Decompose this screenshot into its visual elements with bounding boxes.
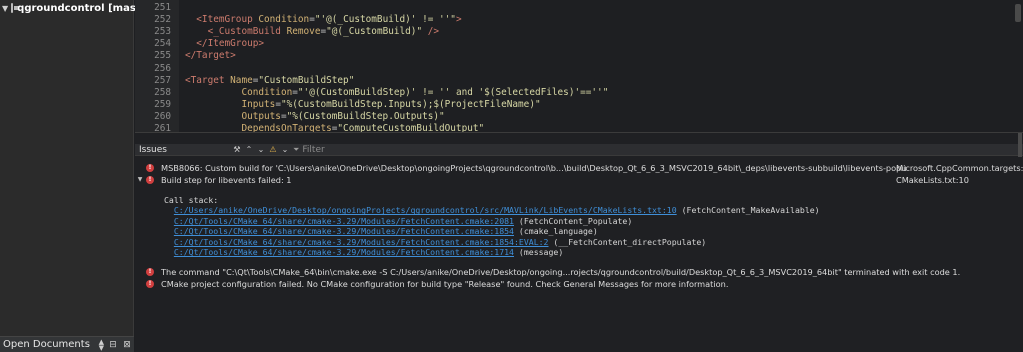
error-icon: ! (145, 267, 155, 276)
code-text: <Target Name="CustomBuildStep" (185, 74, 355, 86)
call-stack-function: (cmake_language) (513, 226, 598, 237)
project-tree-item[interactable]: ▼ qgroundcontrol [master] (0, 0, 157, 16)
line-number: 253 (154, 26, 171, 38)
line-number: 261 (154, 123, 171, 132)
call-stack-frame: C:/Qt/Tools/CMake_64/share/cmake-3.29/Mo… (164, 216, 820, 226)
issue-location[interactable]: CMakeLists.txt:10 (896, 175, 969, 185)
expand-arrow-icon[interactable]: ▼ (135, 176, 145, 183)
code-line[interactable]: 257 <Target Name="CustomBuildStep" (135, 74, 1023, 87)
code-text: DependsOnTargets="ComputeCustomBuildOutp… (185, 123, 485, 132)
code-text: Outputs="%(CustomBuildStep.Outputs)" (185, 110, 445, 122)
issues-scrollbar[interactable] (1018, 133, 1022, 157)
project-icon (11, 3, 19, 13)
filter-placeholder: Filter (302, 144, 325, 155)
call-stack-function: (FetchContent_Populate) (513, 215, 633, 226)
code-text: </ItemGroup> (185, 38, 265, 50)
code-text: Inputs="%(CustomBuildStep.Inputs);$(Proj… (185, 98, 541, 110)
code-line[interactable]: 259 Inputs="%(CustomBuildStep.Inputs);$(… (135, 98, 1023, 111)
open-documents-bar[interactable]: Open Documents ▲ ▼ ⊟ ⊠ (0, 336, 134, 352)
code-line[interactable]: 252 <ItemGroup Condition="'@(_CustomBuil… (135, 13, 1023, 26)
expand-arrow-icon[interactable]: ▼ (2, 3, 8, 13)
call-stack-link[interactable]: C:/Qt/Tools/CMake_64/share/cmake-3.29/Mo… (174, 237, 549, 247)
call-stack-frame: C:/Qt/Tools/CMake_64/share/cmake-3.29/Mo… (164, 226, 820, 236)
code-line[interactable]: 261 DependsOnTargets="ComputeCustomBuild… (135, 122, 1023, 132)
call-stack-frame: C:/Users/anike/OneDrive/Desktop/ongoingP… (164, 205, 820, 215)
call-stack-function: (__FetchContent_directPopulate) (548, 236, 707, 247)
code-text: </Target> (185, 50, 236, 62)
line-number: 252 (154, 14, 171, 26)
issue-message: The command "C:\Qt\Tools\CMake_64\bin\cm… (161, 266, 961, 277)
line-number: 256 (154, 62, 171, 74)
next-icon[interactable]: ⌄ (255, 145, 267, 155)
line-number: 260 (154, 110, 171, 122)
open-documents-label: Open Documents (3, 339, 90, 350)
issue-location[interactable]: Microsoft.CppCommon.targets:2414 (896, 163, 1023, 173)
call-stack-heading: Call stack: (164, 195, 219, 205)
line-number: 251 (154, 2, 171, 13)
error-icon: ! (145, 279, 155, 288)
filter-icon: ⏷ (293, 144, 300, 154)
line-number: 254 (154, 38, 171, 50)
menu-icon[interactable]: ⌄ (279, 145, 291, 155)
error-icon: ! (145, 163, 155, 172)
issues-toolbar: Issues ⚒ ⌃ ⌄ ⚠ ⌄ ⏷ Filter (135, 144, 1023, 156)
call-stack-link[interactable]: C:/Qt/Tools/CMake_64/share/cmake-3.29/Mo… (174, 247, 514, 257)
code-line[interactable]: 255 </Target> (135, 49, 1023, 62)
call-stack-frame: C:/Qt/Tools/CMake_64/share/cmake-3.29/Mo… (164, 247, 820, 257)
warning-filter-icon[interactable]: ⚠ (267, 145, 279, 155)
up-down-arrows-icon[interactable]: ▲ ▼ (99, 338, 104, 351)
close-icon[interactable]: ⊠ (120, 339, 134, 351)
call-stack-function: (message) (513, 247, 564, 258)
editor-scrollbar[interactable] (1015, 4, 1021, 22)
issue-row[interactable]: ! MSB8066: Custom build for 'C:\Users\ani… (135, 162, 1023, 173)
code-text: Condition="'@(CustomBuildStep)' != '' an… (185, 86, 609, 98)
code-line[interactable]: 260 Outputs="%(CustomBuildStep.Outputs)" (135, 110, 1023, 123)
issues-pane: Issues ⚒ ⌃ ⌄ ⚠ ⌄ ⏷ Filter ! MSB8066: Cust… (135, 132, 1023, 352)
issue-row[interactable]: ! The command "C:\Qt\Tools\CMake_64\bin\c… (135, 266, 1023, 277)
code-line[interactable]: 256 (135, 62, 1023, 75)
code-text: <_CustomBuild Remove="@(_CustomBuild)" /… (185, 26, 440, 38)
line-number: 255 (154, 50, 171, 62)
code-editor[interactable]: 251 252 <ItemGroup Condition="'@(_CustomB… (135, 0, 1023, 132)
issue-row[interactable]: ! CMake project configuration failed. No … (135, 278, 1023, 289)
issue-message: MSB8066: Custom build for 'C:\Users\anik… (161, 162, 906, 173)
line-number: 259 (154, 98, 171, 110)
issue-row[interactable]: ▼! Build step for libevents failed: 1 CMak… (135, 174, 1023, 185)
call-stack-function: (FetchContent_MakeAvailable) (676, 205, 820, 216)
code-line[interactable]: 253 <_CustomBuild Remove="@(_CustomBuild… (135, 25, 1023, 38)
clean-icon[interactable]: ⚒ (231, 145, 243, 155)
call-stack-link[interactable]: C:/Qt/Tools/CMake_64/share/cmake-3.29/Mo… (174, 216, 514, 226)
project-sidebar: ▼ qgroundcontrol [master] Open Documents… (0, 0, 157, 352)
issue-message: CMake project configuration failed. No C… (161, 278, 729, 289)
call-stack-link[interactable]: C:/Qt/Tools/CMake_64/share/cmake-3.29/Mo… (174, 226, 514, 236)
split-icon[interactable]: ⊟ (106, 339, 120, 351)
error-icon: ! (145, 175, 155, 184)
issues-filter[interactable]: ⏷ Filter (293, 145, 325, 155)
code-line[interactable]: 254 </ItemGroup> (135, 37, 1023, 50)
issues-title: Issues (139, 144, 167, 155)
prev-icon[interactable]: ⌃ (243, 145, 255, 155)
issue-message: Build step for libevents failed: 1 (161, 174, 292, 185)
call-stack: Call stack: C:/Users/anike/OneDrive/Desk… (164, 195, 820, 257)
code-line[interactable]: 251 (135, 1, 1023, 14)
line-number: 258 (154, 86, 171, 98)
code-line[interactable]: 258 Condition="'@(CustomBuildStep)' != '… (135, 86, 1023, 99)
code-text: <ItemGroup Condition="'@(_CustomBuild)' … (185, 14, 462, 26)
call-stack-frame: C:/Qt/Tools/CMake_64/share/cmake-3.29/Mo… (164, 237, 820, 247)
call-stack-link[interactable]: C:/Users/anike/OneDrive/Desktop/ongoingP… (174, 205, 677, 215)
line-number: 257 (154, 74, 171, 86)
